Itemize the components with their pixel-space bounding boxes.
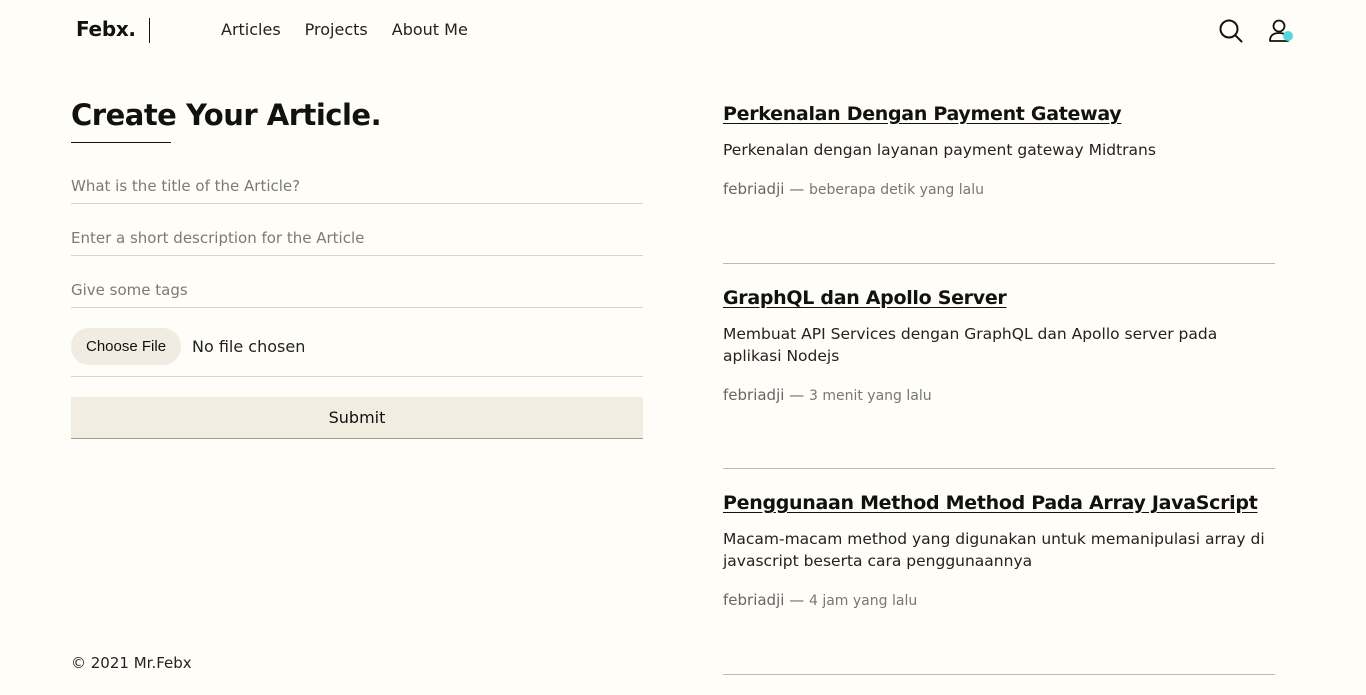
- article-description: Macam-macam method yang digunakan untuk …: [723, 530, 1265, 570]
- article-title-link[interactable]: Penggunaan Method Method Pada Array Java…: [723, 492, 1275, 514]
- article-divider: [723, 674, 1275, 675]
- article-time: beberapa detik yang lalu: [808, 182, 984, 198]
- article-description: Membuat API Services dengan GraphQL dan …: [723, 325, 1218, 365]
- page-title: Create Your Article.: [71, 98, 382, 132]
- article-title-link[interactable]: GraphQL dan Apollo Server: [723, 287, 1275, 309]
- file-input: Choose File No file chosen: [71, 328, 643, 377]
- choose-file-button[interactable]: Choose File: [71, 328, 182, 365]
- article-tags-input[interactable]: [71, 272, 643, 308]
- meta-separator: —: [789, 180, 809, 198]
- main-nav: Articles Projects About Me: [221, 20, 468, 39]
- meta-separator: —: [789, 591, 809, 609]
- article-title-link[interactable]: Perkenalan Dengan Payment Gateway: [723, 103, 1275, 125]
- footer-copyright: © 2021 Mr.Febx: [71, 654, 192, 672]
- article-time: 4 jam yang lalu: [808, 593, 918, 609]
- article-divider: [723, 263, 1275, 264]
- article-author: febriadji: [723, 591, 785, 609]
- article-title-input[interactable]: [71, 168, 643, 204]
- article-card: GraphQL dan Apollo Server Membuat API Se…: [723, 287, 1275, 404]
- article-divider: [723, 468, 1275, 469]
- article-meta: febriadji — 4 jam yang lalu: [723, 591, 1275, 609]
- article-card: Penggunaan Method Method Pada Array Java…: [723, 492, 1275, 609]
- site-logo[interactable]: Febx.: [76, 17, 136, 41]
- site-header: Febx. Articles Projects About Me: [0, 0, 1366, 62]
- file-status-text: No file chosen: [192, 337, 306, 356]
- article-card: Perkenalan Dengan Payment Gateway Perken…: [723, 103, 1275, 198]
- submit-button[interactable]: Submit: [71, 397, 643, 439]
- article-meta: febriadji — 3 menit yang lalu: [723, 386, 1275, 404]
- article-author: febriadji: [723, 180, 785, 198]
- nav-projects-link[interactable]: Projects: [305, 20, 368, 39]
- article-description-input[interactable]: [71, 220, 643, 256]
- article-author: febriadji: [723, 386, 785, 404]
- notification-dot: [1283, 31, 1293, 41]
- nav-articles-link[interactable]: Articles: [221, 20, 281, 39]
- logo-divider: [149, 18, 150, 43]
- title-underline: [71, 142, 171, 143]
- article-time: 3 menit yang lalu: [808, 388, 932, 404]
- nav-about-link[interactable]: About Me: [392, 20, 468, 39]
- article-description: Perkenalan dengan layanan payment gatewa…: [723, 141, 1156, 159]
- article-meta: febriadji — beberapa detik yang lalu: [723, 180, 1275, 198]
- search-icon[interactable]: [1218, 18, 1244, 44]
- meta-separator: —: [789, 386, 809, 404]
